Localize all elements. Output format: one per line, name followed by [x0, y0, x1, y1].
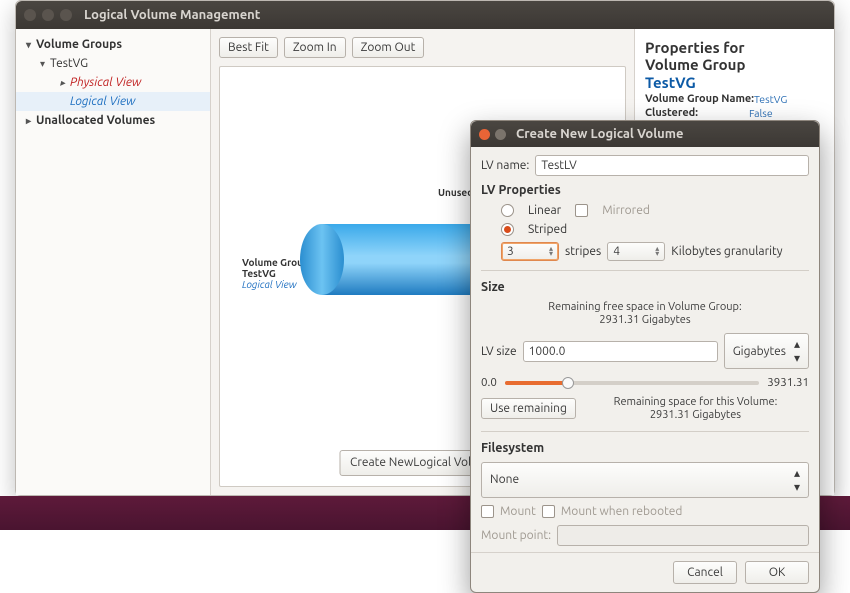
tree-volume-groups[interactable]: ▾ Volume Groups [16, 35, 210, 54]
tree-unallocated-volumes[interactable]: ▸ Unallocated Volumes [16, 111, 210, 130]
canvas-label-line: Logical View [242, 279, 309, 290]
ok-button[interactable]: OK [745, 561, 809, 584]
tree-label: TestVG [50, 57, 88, 70]
slider-min: 0.0 [481, 376, 497, 389]
tree-physical-view[interactable]: ▸ Physical View [16, 73, 210, 92]
prop-val: False [749, 107, 773, 119]
lv-properties-label: LV Properties [481, 183, 809, 197]
spin-caret-icon: ▴▾ [655, 247, 659, 257]
tree-logical-view[interactable]: Logical View [16, 92, 210, 111]
mount-checkbox [481, 505, 494, 518]
tree-label: Logical View [70, 95, 135, 108]
mount-reboot-label: Mount when rebooted [561, 505, 683, 518]
mount-point-input [557, 525, 809, 546]
tree-label: Volume Groups [36, 38, 122, 51]
canvas-label-line: TestVG [242, 268, 309, 279]
properties-heading: Volume Group [645, 56, 745, 73]
mount-label: Mount [500, 505, 536, 518]
granularity-label: Kilobytes granularity [671, 245, 782, 258]
zoom-in-button[interactable]: Zoom In [284, 37, 346, 58]
button-line: Create New [350, 456, 413, 470]
main-titlebar: Logical Volume Management [16, 1, 834, 29]
prop-val: TestVG [754, 93, 787, 105]
size-label: Size [481, 280, 809, 294]
prop-key: Volume Group Name: [645, 93, 754, 105]
spin-caret-icon: ▴▾ [549, 247, 553, 257]
sidebar-tree: ▾ Volume Groups ▾ TestVG ▸ Physical View… [16, 29, 211, 495]
prop-row: Volume Group Name:TestVG [645, 93, 824, 105]
combo-value: None [490, 473, 519, 486]
mirrored-checkbox [575, 204, 588, 217]
chevron-right-icon: ▸ [26, 115, 36, 127]
stripes-count-spin[interactable]: 3 ▴▾ [501, 242, 559, 261]
spin-value: 4 [613, 245, 620, 258]
striped-radio[interactable] [501, 223, 514, 236]
chevron-down-icon: ▾ [26, 39, 36, 51]
canvas-vg-label: Volume Group TestVG Logical View [242, 257, 309, 290]
lv-name-label: LV name: [481, 159, 529, 172]
chevron-right-icon: ▸ [60, 77, 70, 89]
properties-heading: Properties for [645, 39, 745, 56]
linear-label: Linear [528, 204, 561, 217]
striped-label: Striped [528, 223, 567, 236]
filesystem-label: Filesystem [481, 441, 809, 455]
dialog-titlebar: Create New Logical Volume [471, 121, 819, 147]
filesystem-combo[interactable]: None ▴▾ [481, 462, 809, 498]
linear-radio[interactable] [501, 204, 514, 217]
chevron-down-icon: ▾ [40, 58, 50, 70]
dialog-window-controls [479, 129, 506, 140]
spin-value: 3 [507, 245, 514, 258]
maximize-icon[interactable] [60, 9, 72, 21]
prop-row: Clustered:False [645, 107, 824, 119]
chevron-updown-icon: ▴▾ [794, 466, 800, 494]
lv-size-slider[interactable] [505, 381, 759, 385]
mount-point-label: Mount point: [481, 529, 551, 542]
lv-size-input[interactable] [523, 341, 718, 362]
create-lv-dialog: Create New Logical Volume LV name: LV Pr… [470, 120, 820, 593]
stripe-kb-spin[interactable]: 4 ▴▾ [607, 242, 665, 261]
stripes-word: stripes [565, 245, 601, 258]
dialog-title: Create New Logical Volume [516, 127, 683, 141]
close-icon[interactable] [24, 9, 36, 21]
window-title: Logical Volume Management [84, 8, 260, 22]
zoom-out-button[interactable]: Zoom Out [352, 37, 425, 58]
mount-reboot-checkbox [542, 505, 555, 518]
tree-vg-testvg[interactable]: ▾ TestVG [16, 54, 210, 73]
slider-fill [505, 381, 569, 385]
combo-value: Gigabytes [733, 345, 786, 358]
cancel-button[interactable]: Cancel [673, 561, 737, 584]
chevron-updown-icon: ▴▾ [794, 337, 800, 365]
properties-vgname: TestVG [645, 74, 696, 91]
canvas-label-line: Volume Group [242, 257, 309, 268]
remaining-free-line: 2931.31 Gigabytes [481, 314, 809, 327]
slider-max: 3931.31 [767, 376, 809, 389]
slider-thumb[interactable] [562, 377, 574, 389]
remaining-vol-line: Remaining space for this Volume: [582, 396, 809, 409]
lv-size-label: LV size [481, 345, 517, 358]
minimize-icon[interactable] [495, 129, 506, 140]
close-icon[interactable] [479, 129, 490, 140]
remaining-vol-line: 2931.31 Gigabytes [582, 409, 809, 422]
minimize-icon[interactable] [42, 9, 54, 21]
prop-key: Clustered: [645, 107, 749, 119]
tree-label: Unallocated Volumes [36, 114, 155, 127]
toolbar: Best Fit Zoom In Zoom Out [219, 37, 626, 58]
use-remaining-button[interactable]: Use remaining [481, 398, 576, 419]
window-controls [24, 9, 72, 21]
tree-label: Physical View [70, 76, 141, 89]
lv-name-input[interactable] [535, 155, 809, 176]
mirrored-label: Mirrored [602, 204, 650, 217]
remaining-free-line: Remaining free space in Volume Group: [481, 301, 809, 314]
lv-size-unit-combo[interactable]: Gigabytes ▴▾ [724, 333, 809, 369]
best-fit-button[interactable]: Best Fit [219, 37, 278, 58]
